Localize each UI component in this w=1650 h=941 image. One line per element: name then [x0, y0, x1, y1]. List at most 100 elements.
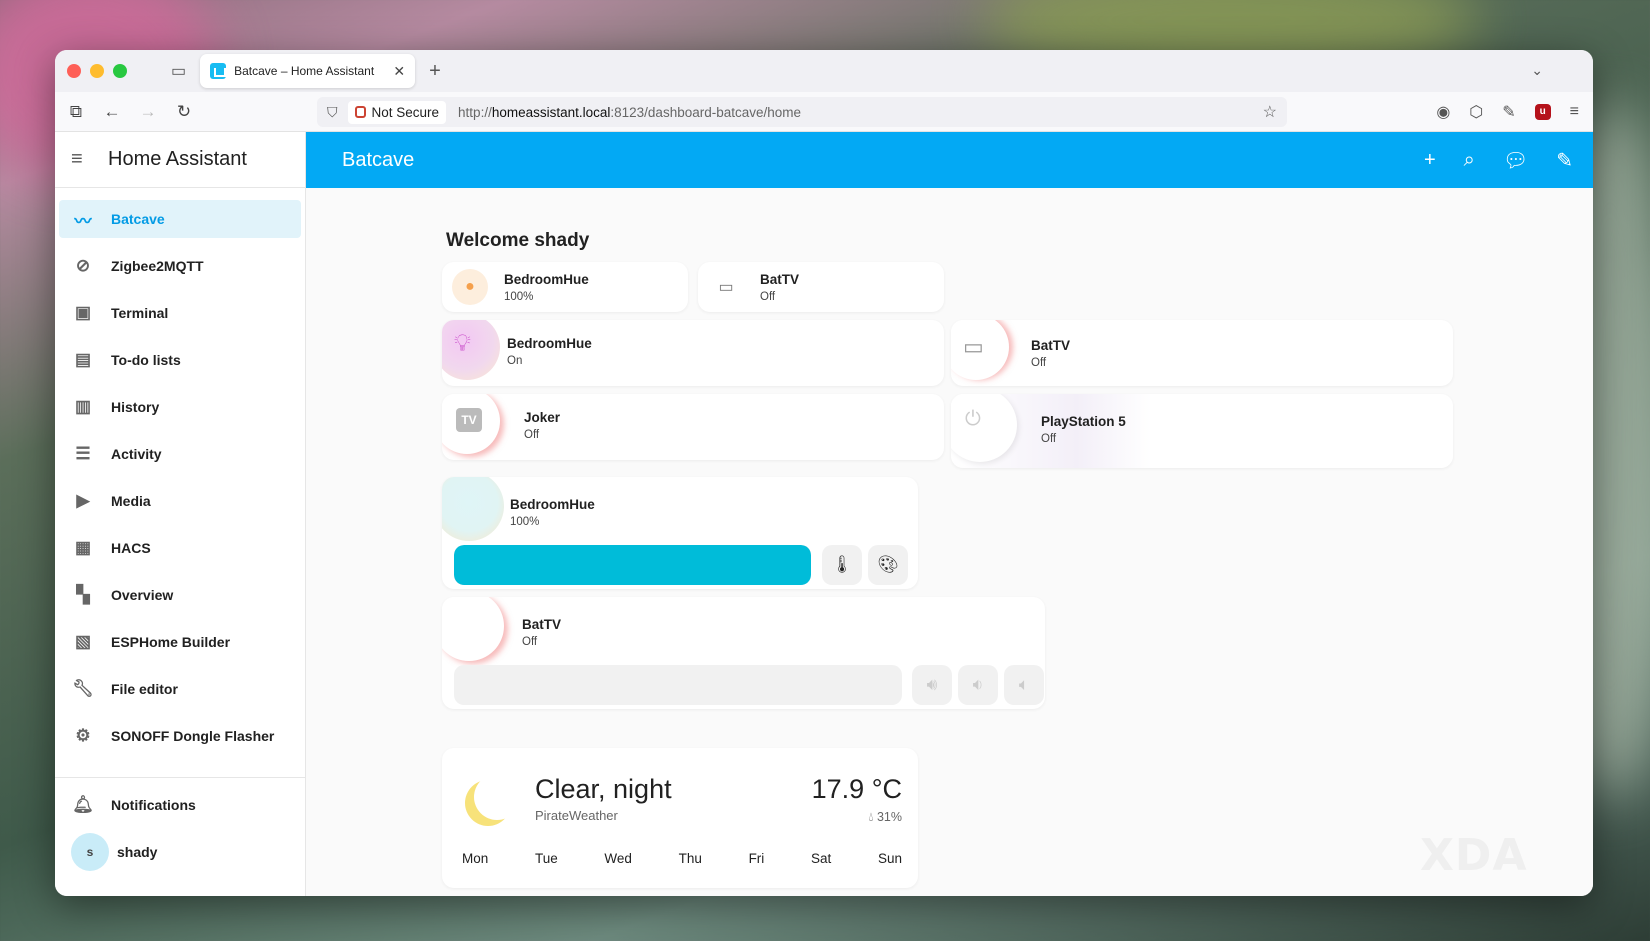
sidebar-toggle-icon[interactable]: ⧉	[67, 102, 85, 122]
user-name: shady	[117, 844, 158, 860]
assist-chat-icon[interactable]: 💬︎	[1503, 148, 1528, 173]
mushroom-state: Off	[524, 429, 540, 441]
sidebar-item-label: Activity	[111, 446, 162, 462]
sidebar-divider	[55, 777, 305, 778]
browser-window: ▭ Batcave – Home Assistant ✕ + ⌄ ⧉ ← → ↻…	[55, 50, 1593, 896]
reload-icon[interactable]: ↻	[175, 102, 193, 122]
sidebar-item-activity[interactable]: ☰ Activity	[59, 435, 301, 473]
address-bar[interactable]: ⛉ Not Secure http://homeassistant.local:…	[317, 97, 1287, 127]
avatar: s	[71, 833, 109, 871]
insecure-lock-icon	[354, 106, 366, 118]
ublock-icon[interactable]: u	[1534, 104, 1551, 120]
sidebar-item-hacs[interactable]: ▦ HACS	[59, 529, 301, 567]
mushroom-card-playstation[interactable]: ⏻ PlayStation 5 Off	[951, 394, 1453, 468]
app-name: Home Assistant	[108, 148, 247, 170]
url-host: homeassistant.local	[491, 104, 611, 120]
nav-bar: ⧉ ← → ↻ ⛉ Not Secure http://homeassistan…	[55, 92, 1593, 132]
xda-watermark: XDA	[1420, 830, 1528, 881]
mushroom-name: BedroomHue	[507, 336, 592, 351]
add-icon[interactable]: +	[1424, 149, 1436, 172]
search-icon[interactable]: ⌕	[1464, 149, 1475, 172]
sidebar-item-label: File editor	[111, 681, 178, 697]
color-temperature-button[interactable]: 🌡︎	[822, 545, 862, 585]
feather-extension-icon[interactable]: ✎	[1502, 102, 1515, 122]
light-card-bedroomhue[interactable]: BedroomHue 100% 🌡︎ 🎨︎	[442, 477, 918, 589]
sidebar-item-esphome[interactable]: ▧ ESPHome Builder	[59, 623, 301, 661]
media-card-battv[interactable]: BatTV Off 🔊︎ 🔉︎ 🔈︎	[442, 597, 1045, 709]
home-assistant-favicon-icon	[210, 63, 227, 79]
sidebar-item-history[interactable]: ▥ History	[59, 388, 301, 426]
hamburger-menu-icon[interactable]: ≡	[1570, 103, 1579, 121]
not-secure-badge[interactable]: Not Secure	[347, 100, 447, 124]
close-window-button[interactable]	[67, 64, 81, 78]
chevron-down-icon[interactable]: ⌄	[1531, 62, 1543, 79]
volume-up-button[interactable]: 🔈︎	[1004, 665, 1044, 705]
cog-chip-icon: ⚙	[75, 726, 91, 745]
mushroom-card-battv[interactable]: ▭ BatTV Off	[951, 320, 1453, 386]
chip-icon: ▧	[74, 632, 92, 651]
tab-title: Batcave – Home Assistant	[234, 64, 375, 78]
tv-box-icon: TV	[456, 408, 482, 432]
back-icon[interactable]: ←	[103, 102, 121, 122]
sidebar-item-profile[interactable]: s shady	[59, 833, 301, 871]
minimize-window-button[interactable]	[90, 64, 104, 78]
tab-overview-icon[interactable]: ▭	[171, 61, 186, 81]
sidebar-item-media[interactable]: ▶ Media	[59, 482, 301, 520]
tile-state: Off	[760, 290, 776, 303]
tile-card-bedroomhue[interactable]: ● BedroomHue 100%	[442, 262, 688, 312]
mushroom-card-joker[interactable]: TV Joker Off	[442, 394, 944, 460]
volume-mute-button[interactable]: 🔊︎	[912, 665, 952, 705]
zigbee-icon: ⊘	[75, 256, 91, 275]
dashboard-view: Welcome shady ● BedroomHue 100% ▭ BatTV Of…	[306, 188, 1593, 896]
sidebar-item-batcave[interactable]: 〰 Batcave	[59, 200, 301, 238]
format-list-icon: ☰	[75, 444, 91, 463]
zoom-window-button[interactable]	[113, 64, 127, 78]
shield-icon[interactable]: ⛉	[327, 104, 338, 121]
sidebar-item-label: Zigbee2MQTT	[111, 258, 204, 274]
sidebar-item-notifications[interactable]: 🔔︎ Notifications	[59, 786, 301, 824]
close-tab-icon[interactable]: ✕	[393, 63, 405, 80]
forecast-day: Thu	[678, 851, 702, 866]
account-icon[interactable]: ◉	[1436, 102, 1450, 122]
sidebar-item-todo[interactable]: ▤ To-do lists	[59, 341, 301, 379]
weather-temperature: 17.9 °C	[811, 774, 902, 804]
new-tab-icon[interactable]: +	[429, 60, 441, 83]
sidebar-item-terminal[interactable]: ▣ Terminal	[59, 294, 301, 332]
sidebar-item-label: ESPHome Builder	[111, 634, 231, 650]
palette-icon: 🎨︎	[877, 555, 899, 574]
bookmark-star-icon[interactable]: ☆	[1263, 102, 1277, 122]
sidebar-item-overview[interactable]: ▚ Overview	[59, 576, 301, 614]
forward-icon[interactable]: →	[139, 102, 157, 122]
forecast-day: Sat	[811, 851, 832, 866]
television-off-icon: ▭	[718, 279, 734, 296]
sidebar-item-file-editor[interactable]: 🔧︎ File editor	[59, 670, 301, 708]
browser-tab[interactable]: Batcave – Home Assistant ✕	[200, 54, 416, 88]
weather-card[interactable]: Clear, night PirateWeather 17.9 °C 💧︎ 31…	[442, 748, 918, 888]
sidebar-item-zigbee2mqtt[interactable]: ⊘ Zigbee2MQTT	[59, 247, 301, 285]
sidebar-item-label: Terminal	[111, 305, 169, 321]
volume-down-button[interactable]: 🔉︎	[958, 665, 998, 705]
forecast-day: Mon	[462, 851, 489, 866]
sidebar-item-label: Batcave	[111, 211, 165, 227]
volume-minus-icon: 🔉︎	[972, 675, 984, 694]
sidebar-item-label: Overview	[111, 587, 174, 603]
weather-provider: PirateWeather	[535, 808, 618, 823]
url-prefix: http://	[458, 104, 492, 120]
forecast-days: Mon Tue Wed Thu Fri Sat Sun	[462, 851, 902, 866]
volume-slider[interactable]	[454, 665, 902, 705]
media-name: BatTV	[522, 617, 562, 632]
light-state: 100%	[510, 516, 540, 528]
terminal-icon: ▣	[74, 303, 92, 322]
tile-card-battv[interactable]: ▭ BatTV Off	[698, 262, 944, 312]
extensions-icon[interactable]: ⬡	[1469, 102, 1483, 122]
weather-humidity: 💧︎ 31%	[868, 810, 902, 825]
brightness-slider[interactable]	[454, 545, 811, 585]
menu-collapse-icon[interactable]: ≡	[71, 148, 95, 171]
forecast-day: Sun	[877, 851, 902, 866]
edit-pencil-icon[interactable]: ✎	[1556, 148, 1573, 173]
color-picker-button[interactable]: 🎨︎	[868, 545, 908, 585]
tile-state: 100%	[504, 290, 534, 303]
sidebar-item-sonoff[interactable]: ⚙ SONOFF Dongle Flasher	[59, 717, 301, 755]
mushroom-name: BatTV	[1031, 338, 1071, 353]
mushroom-card-bedroomhue[interactable]: 💡︎ BedroomHue On	[442, 320, 944, 386]
